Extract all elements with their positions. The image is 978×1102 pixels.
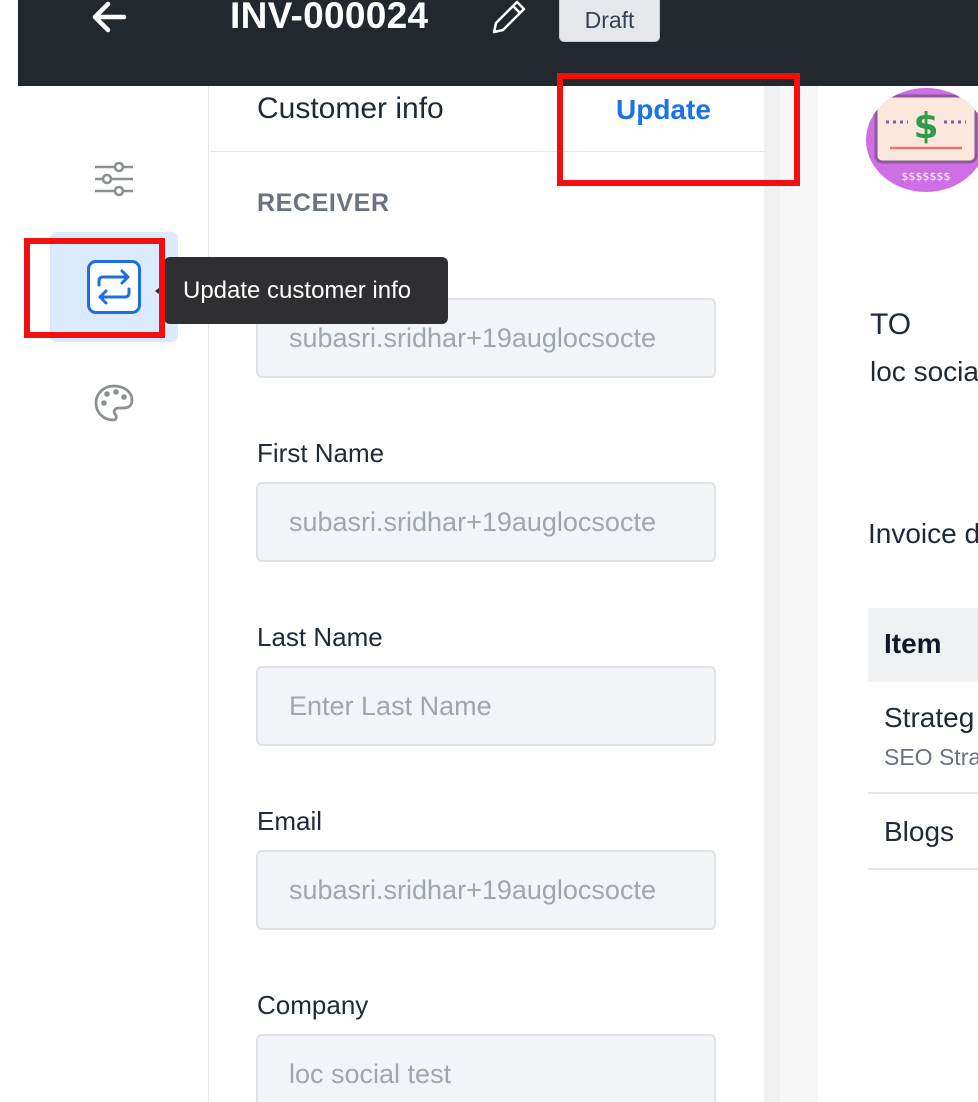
tooltip-update-customer-info: Update customer info (155, 257, 448, 324)
swap-arrows-icon (87, 260, 141, 314)
company-field[interactable]: loc social test (256, 1034, 716, 1102)
last-name-label: Last Name (257, 622, 383, 652)
panel-title: Customer info (257, 92, 444, 125)
row-divider (868, 792, 978, 794)
edit-title-button[interactable] (490, 0, 528, 34)
panel-header: Customer info Update (210, 86, 764, 152)
email-field[interactable]: subasri.sridhar+19auglocsocte (256, 850, 716, 930)
rail-settings-button[interactable] (50, 124, 178, 234)
invoice-date-label: Invoice d (868, 518, 978, 549)
invoice-preview: $ $$$$$$$ TO loc socia Invoice d Item St… (818, 86, 978, 1102)
first-name-field[interactable]: subasri.sridhar+19auglocsocte (256, 482, 716, 562)
first-name-label: First Name (257, 438, 385, 468)
svg-text:$: $ (913, 106, 938, 147)
last-name-field[interactable]: Enter Last Name (256, 666, 716, 746)
top-bar: INV-000024 Draft (18, 0, 978, 86)
logo-text: $$$$$$$ (902, 170, 951, 183)
update-button[interactable]: Update (616, 94, 711, 126)
invoice-number-title: INV-000024 (230, 0, 429, 36)
business-logo: $ $$$$$$$ (866, 88, 978, 192)
panel-divider (780, 86, 818, 1102)
to-label: TO (870, 308, 912, 341)
palette-icon (94, 384, 134, 422)
item-column-header: Item (884, 628, 942, 659)
panel-scrollbar[interactable] (764, 86, 780, 1102)
to-company: loc socia (870, 356, 978, 387)
pencil-icon (492, 0, 526, 34)
back-button[interactable] (88, 0, 130, 34)
line-item-title: Strateg (884, 702, 975, 733)
sliders-icon (95, 161, 133, 197)
row-divider (868, 868, 978, 870)
receiver-section-label: RECEIVER (257, 189, 390, 217)
status-badge: Draft (559, 0, 660, 42)
customer-info-panel: Customer info Update RECEIVER subasri.sr… (210, 86, 764, 1102)
settings-rail (18, 86, 209, 1102)
email-label: Email (257, 806, 323, 836)
table-header: Item (868, 608, 978, 682)
company-label: Company (257, 990, 369, 1020)
rail-theme-button[interactable] (50, 348, 178, 458)
line-item-title: Blogs (884, 816, 955, 847)
line-item-subtitle: SEO Stra (884, 744, 978, 770)
arrow-left-icon (92, 1, 127, 33)
